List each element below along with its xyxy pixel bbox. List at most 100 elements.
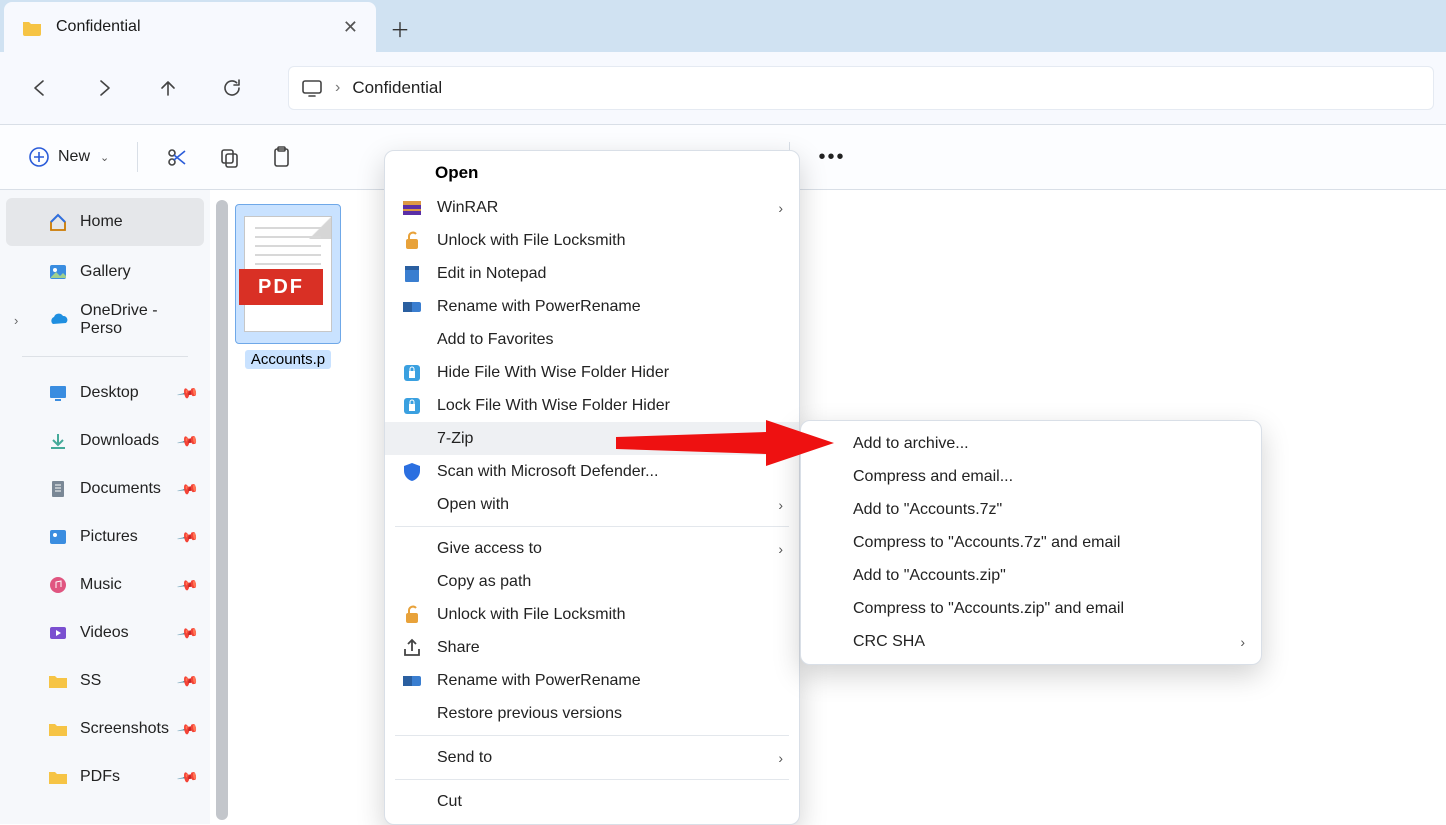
submenu-item[interactable]: Add to archive... <box>801 427 1261 460</box>
more-button[interactable]: ••• <box>806 137 857 177</box>
sidebar-item-desktop[interactable]: Desktop📌 <box>0 369 210 417</box>
sidebar-item-downloads[interactable]: Downloads📌 <box>0 417 210 465</box>
folder-icon <box>48 719 68 739</box>
forward-button[interactable] <box>76 66 132 110</box>
file-thumbnail: PDF <box>235 204 341 344</box>
menu-item[interactable]: Copy as path <box>385 565 799 598</box>
menu-item[interactable]: WinRAR› <box>385 191 799 224</box>
menu-item[interactable]: Edit in Notepad <box>385 257 799 290</box>
menu-item[interactable]: Add to Favorites <box>385 323 799 356</box>
menu-item[interactable]: Hide File With Wise Folder Hider <box>385 356 799 389</box>
pin-icon: 📌 <box>175 381 199 405</box>
chevron-right-icon: › <box>778 541 783 557</box>
menu-item[interactable]: Rename with PowerRename <box>385 664 799 697</box>
pin-icon: 📌 <box>175 765 199 789</box>
sidebar-item-pictures[interactable]: Pictures📌 <box>0 513 210 561</box>
up-button[interactable] <box>140 66 196 110</box>
context-submenu-7zip: Add to archive...Compress and email...Ad… <box>800 420 1262 665</box>
unlock-icon <box>401 604 423 626</box>
menu-item[interactable]: Give access to› <box>385 532 799 565</box>
sidebar-item-ss[interactable]: SS📌 <box>0 657 210 705</box>
home-icon <box>48 212 68 232</box>
ellipsis-icon: ••• <box>818 146 845 169</box>
address-bar[interactable]: › Confidential <box>288 66 1434 110</box>
menu-item[interactable]: Share <box>385 631 799 664</box>
scrollbar[interactable] <box>216 200 228 820</box>
sidebar-item-music[interactable]: Music📌 <box>0 561 210 609</box>
pin-icon: 📌 <box>175 429 199 453</box>
pin-icon: 📌 <box>175 573 199 597</box>
pin-icon: 📌 <box>175 477 199 501</box>
context-menu: Open WinRAR›Unlock with File LocksmithEd… <box>384 150 800 825</box>
file-name: Accounts.p <box>245 350 331 369</box>
folder-icon <box>48 623 68 643</box>
new-button[interactable]: New ⌄ <box>16 137 121 177</box>
folder-icon <box>48 479 68 499</box>
menu-item[interactable]: Send to› <box>385 741 799 774</box>
chevron-right-icon: › <box>778 497 783 513</box>
new-tab-button[interactable]: ＋ <box>376 4 424 52</box>
sidebar-item-screenshots[interactable]: Screenshots📌 <box>0 705 210 753</box>
menu-item[interactable]: Rename with PowerRename <box>385 290 799 323</box>
back-button[interactable] <box>12 66 68 110</box>
menu-item[interactable]: 7-Zip› <box>385 422 799 455</box>
gallery-icon <box>48 262 68 282</box>
refresh-button[interactable] <box>204 66 260 110</box>
submenu-item[interactable]: Add to "Accounts.zip" <box>801 559 1261 592</box>
rename-icon <box>401 296 423 318</box>
folder-icon <box>48 383 68 403</box>
chevron-right-icon[interactable]: › <box>14 313 18 328</box>
menu-item[interactable]: Cut <box>385 785 799 818</box>
submenu-item[interactable]: CRC SHA› <box>801 625 1261 658</box>
tab-active[interactable]: Confidential ✕ <box>4 2 376 52</box>
breadcrumb-current: Confidential <box>352 78 442 98</box>
submenu-item[interactable]: Add to "Accounts.7z" <box>801 493 1261 526</box>
shield-icon <box>401 461 423 483</box>
pin-icon: 📌 <box>175 525 199 549</box>
sidebar-item-documents[interactable]: Documents📌 <box>0 465 210 513</box>
file-item[interactable]: PDF Accounts.p <box>228 204 348 369</box>
menu-item[interactable]: Unlock with File Locksmith <box>385 598 799 631</box>
folder-icon <box>22 18 42 36</box>
pin-icon: 📌 <box>175 669 199 693</box>
paste-button[interactable] <box>258 137 304 177</box>
sidebar-item-home[interactable]: Home <box>6 198 204 246</box>
tab-bar: Confidential ✕ ＋ <box>0 0 1446 52</box>
copy-button[interactable] <box>206 137 252 177</box>
folder-icon <box>48 527 68 547</box>
rename-icon <box>401 670 423 692</box>
menu-item[interactable]: Restore previous versions <box>385 697 799 730</box>
submenu-item[interactable]: Compress and email... <box>801 460 1261 493</box>
menu-item[interactable]: Lock File With Wise Folder Hider <box>385 389 799 422</box>
wise-icon <box>401 395 423 417</box>
chevron-right-icon: › <box>778 750 783 766</box>
chevron-down-icon: ⌄ <box>100 151 109 164</box>
plus-circle-icon <box>28 146 50 168</box>
chevron-right-icon: › <box>335 79 340 97</box>
copy-icon <box>218 146 240 168</box>
sidebar-item-pdfs[interactable]: PDFs📌 <box>0 753 210 801</box>
chevron-right-icon: › <box>778 431 783 447</box>
folder-icon <box>48 767 68 787</box>
folder-icon <box>48 575 68 595</box>
monitor-icon <box>301 79 323 97</box>
submenu-item[interactable]: Compress to "Accounts.zip" and email <box>801 592 1261 625</box>
close-icon[interactable]: ✕ <box>343 17 358 38</box>
chevron-right-icon: › <box>1240 634 1245 650</box>
sidebar-item-onedrive[interactable]: › OneDrive - Perso <box>0 296 210 344</box>
unlock-icon <box>401 230 423 252</box>
wise-icon <box>401 362 423 384</box>
cut-button[interactable] <box>154 137 200 177</box>
clipboard-icon <box>270 146 292 168</box>
pin-icon: 📌 <box>175 621 199 645</box>
winrar-icon <box>401 197 423 219</box>
tab-title: Confidential <box>56 18 329 36</box>
sidebar-item-gallery[interactable]: Gallery <box>0 248 210 296</box>
menu-item[interactable]: Scan with Microsoft Defender... <box>385 455 799 488</box>
submenu-item[interactable]: Compress to "Accounts.7z" and email <box>801 526 1261 559</box>
menu-item[interactable]: Open with› <box>385 488 799 521</box>
pin-icon: 📌 <box>175 717 199 741</box>
menu-item[interactable]: Unlock with File Locksmith <box>385 224 799 257</box>
sidebar-item-videos[interactable]: Videos📌 <box>0 609 210 657</box>
folder-icon <box>48 431 68 451</box>
